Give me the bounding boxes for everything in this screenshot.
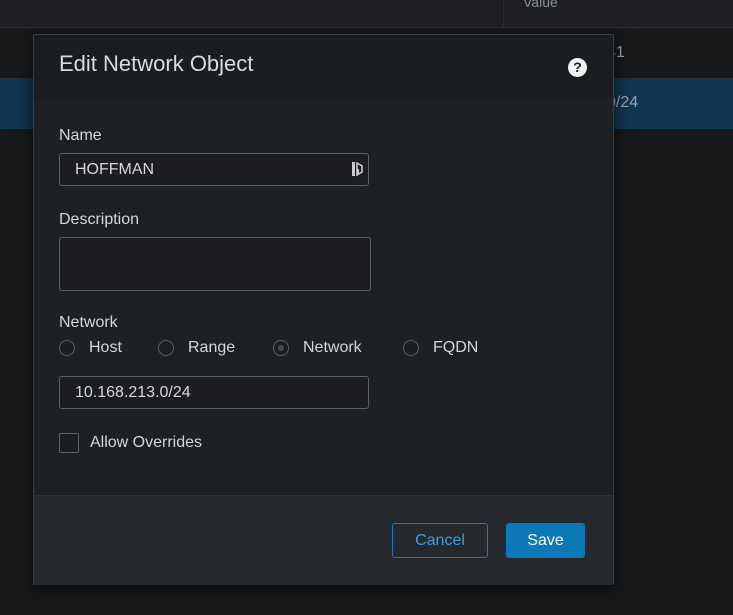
column-header-value: Value — [523, 0, 558, 10]
cancel-button[interactable]: Cancel — [392, 523, 488, 558]
radio-host-label: Host — [89, 339, 122, 356]
radio-range-label: Range — [188, 339, 236, 356]
radio-network-circle[interactable] — [273, 340, 289, 356]
save-button[interactable]: Save — [506, 523, 585, 558]
dialog-title: Edit Network Object — [59, 51, 254, 76]
radio-fqdn-label: FQDN — [433, 339, 479, 356]
dialog-header: Edit Network Object ? — [34, 35, 613, 99]
allow-overrides-checkbox[interactable] — [59, 433, 79, 453]
radio-fqdn-circle[interactable] — [403, 340, 419, 356]
radio-network-label: Network — [303, 339, 362, 356]
allow-overrides-label[interactable]: Allow Overrides — [90, 433, 202, 453]
name-label: Name — [59, 127, 102, 144]
column-divider — [503, 0, 504, 27]
dialog-footer: Cancel Save — [34, 495, 613, 585]
password-manager-icon[interactable] — [351, 160, 365, 178]
description-label: Description — [59, 211, 140, 228]
radio-host-circle[interactable] — [59, 340, 75, 356]
radio-range-circle[interactable] — [158, 340, 174, 356]
edit-network-object-dialog: Edit Network Object ? Name Description N… — [33, 34, 614, 585]
description-textarea[interactable] — [59, 237, 371, 291]
network-label: Network — [59, 314, 118, 331]
network-value-input[interactable] — [59, 376, 369, 409]
table-header: Value — [0, 0, 733, 28]
name-input[interactable] — [59, 153, 369, 186]
help-icon[interactable]: ? — [568, 58, 587, 77]
